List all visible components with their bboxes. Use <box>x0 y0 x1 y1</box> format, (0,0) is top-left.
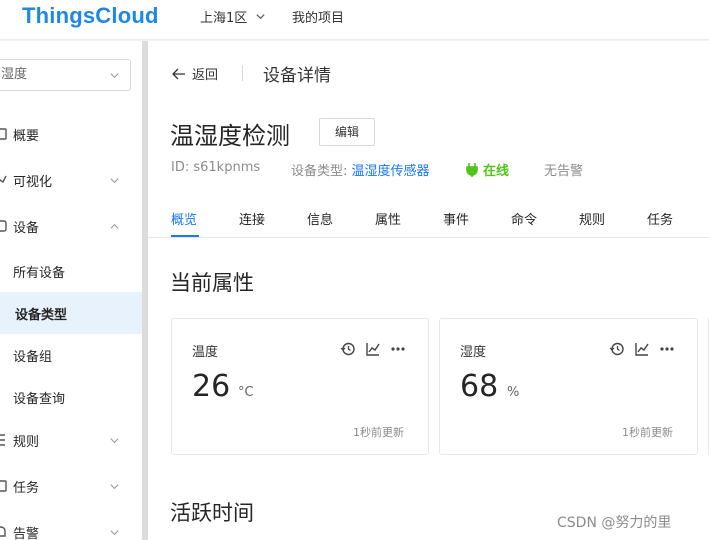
sidebar-item-alarms[interactable]: 告警 <box>0 511 142 540</box>
sidebar-item-label: 设备 <box>13 220 40 236</box>
property-value: 68 <box>460 369 499 404</box>
sidebar-item-label: 可视化 <box>13 174 53 190</box>
property-updated: 1秒前更新 <box>353 426 404 439</box>
tab-connection[interactable]: 连接 <box>239 209 265 228</box>
arrow-left-icon <box>172 68 185 79</box>
online-status-label: 在线 <box>483 164 510 179</box>
sidebar-item-label: 任务 <box>13 480 40 496</box>
history-icon[interactable] <box>609 341 625 357</box>
alarm-icon <box>0 526 6 537</box>
sidebar-item-tasks[interactable]: 任务 <box>0 465 142 507</box>
chevron-down-icon <box>110 530 119 536</box>
header-divider <box>242 65 243 81</box>
sidebar-item-label: 设备组 <box>13 349 53 365</box>
device-tabs: 概览 连接 信息 属性 事件 命令 规则 任务 <box>148 201 709 238</box>
tab-tasks[interactable]: 任务 <box>647 209 673 228</box>
device-type-label: 设备类型: <box>291 164 352 179</box>
sidebar-item-device-types[interactable]: 设备类型 <box>0 292 142 334</box>
sidebar-item-label: 概要 <box>13 128 40 144</box>
alarm-status: 无告警 <box>544 164 584 179</box>
sidebar-item-overview[interactable]: 概要 <box>0 113 142 155</box>
sidebar-item-label: 设备查询 <box>13 391 66 407</box>
active-time-title: 活跃时间 <box>170 501 254 525</box>
task-icon <box>0 480 7 492</box>
tab-commands[interactable]: 命令 <box>511 209 537 228</box>
sidebar-item-visualization[interactable]: 可视化 <box>0 159 142 201</box>
sidebar-item-label: 告警 <box>13 526 40 540</box>
chevron-down-icon <box>256 14 265 20</box>
sidebar: 湿度 概要 可视化 设备 所有设备 设备类型 设备组 设备查询 规则 任务 告警 <box>0 41 142 540</box>
sidebar-item-label: 规则 <box>13 434 40 450</box>
chevron-down-icon <box>110 438 119 444</box>
watermark: CSDN @努力的里 <box>557 515 672 531</box>
tab-rules[interactable]: 规则 <box>579 209 605 228</box>
tab-properties[interactable]: 属性 <box>375 209 401 228</box>
edit-button[interactable]: 编辑 <box>319 118 375 146</box>
sidebar-item-device-query[interactable]: 设备查询 <box>0 376 142 418</box>
region-label: 上海1区 <box>200 11 248 26</box>
active-tab-indicator <box>171 235 199 237</box>
sidebar-item-devices[interactable]: 设备 <box>0 205 142 247</box>
plug-icon <box>466 162 478 177</box>
rule-icon <box>0 434 5 446</box>
line-chart-icon[interactable] <box>365 341 381 357</box>
device-type: 设备类型: 温湿度传感器 <box>291 160 430 179</box>
device-type-link[interactable]: 温湿度传感器 <box>352 164 430 179</box>
device-name: 温湿度检测 <box>170 122 290 150</box>
property-label: 湿度 <box>460 345 487 360</box>
more-icon[interactable] <box>659 341 675 357</box>
back-button[interactable]: 返回 <box>172 64 218 83</box>
chevron-up-icon <box>110 223 119 229</box>
sidebar-item-device-groups[interactable]: 设备组 <box>0 334 142 376</box>
sidebar-item-label: 设备类型 <box>15 307 68 323</box>
history-icon[interactable] <box>340 341 356 357</box>
page-title: 设备详情 <box>263 66 331 86</box>
sidebar-item-label: 所有设备 <box>13 265 66 281</box>
property-unit: °C <box>238 385 254 400</box>
chevron-down-icon <box>110 73 119 79</box>
property-label: 温度 <box>192 345 219 360</box>
property-updated: 1秒前更新 <box>622 426 673 439</box>
line-chart-icon[interactable] <box>634 341 650 357</box>
app-logo[interactable]: ThingsCloud <box>22 3 159 29</box>
top-bar: ThingsCloud 上海1区 我的项目 <box>0 0 709 40</box>
tab-overview[interactable]: 概览 <box>171 209 197 228</box>
dashboard-icon <box>0 128 7 140</box>
project-select[interactable]: 湿度 <box>0 59 131 91</box>
tab-info[interactable]: 信息 <box>307 209 333 228</box>
main-content: 返回 设备详情 温湿度检测 编辑 ID: s61kpnms 设备类型: 温湿度传… <box>148 41 709 540</box>
property-value: 26 <box>192 369 231 404</box>
back-label: 返回 <box>192 68 219 83</box>
sidebar-item-rules[interactable]: 规则 <box>0 419 142 461</box>
more-icon[interactable] <box>390 341 406 357</box>
chevron-down-icon <box>110 484 119 490</box>
property-card: 湿度 68 % 1秒前更新 <box>439 318 698 455</box>
chevron-down-icon <box>110 178 119 184</box>
chart-icon <box>0 175 7 184</box>
online-status: 在线 <box>466 160 509 179</box>
my-projects-link[interactable]: 我的项目 <box>292 7 344 26</box>
tab-events[interactable]: 事件 <box>443 209 469 228</box>
region-selector[interactable]: 上海1区 <box>200 7 266 26</box>
property-card: 温度 26 °C 1秒前更新 <box>171 318 429 455</box>
sidebar-item-all-devices[interactable]: 所有设备 <box>0 250 142 292</box>
current-properties-title: 当前属性 <box>170 271 254 295</box>
project-select-value: 湿度 <box>1 67 28 82</box>
device-icon <box>0 220 7 232</box>
property-unit: % <box>507 385 520 400</box>
device-id: ID: s61kpnms <box>171 160 261 175</box>
